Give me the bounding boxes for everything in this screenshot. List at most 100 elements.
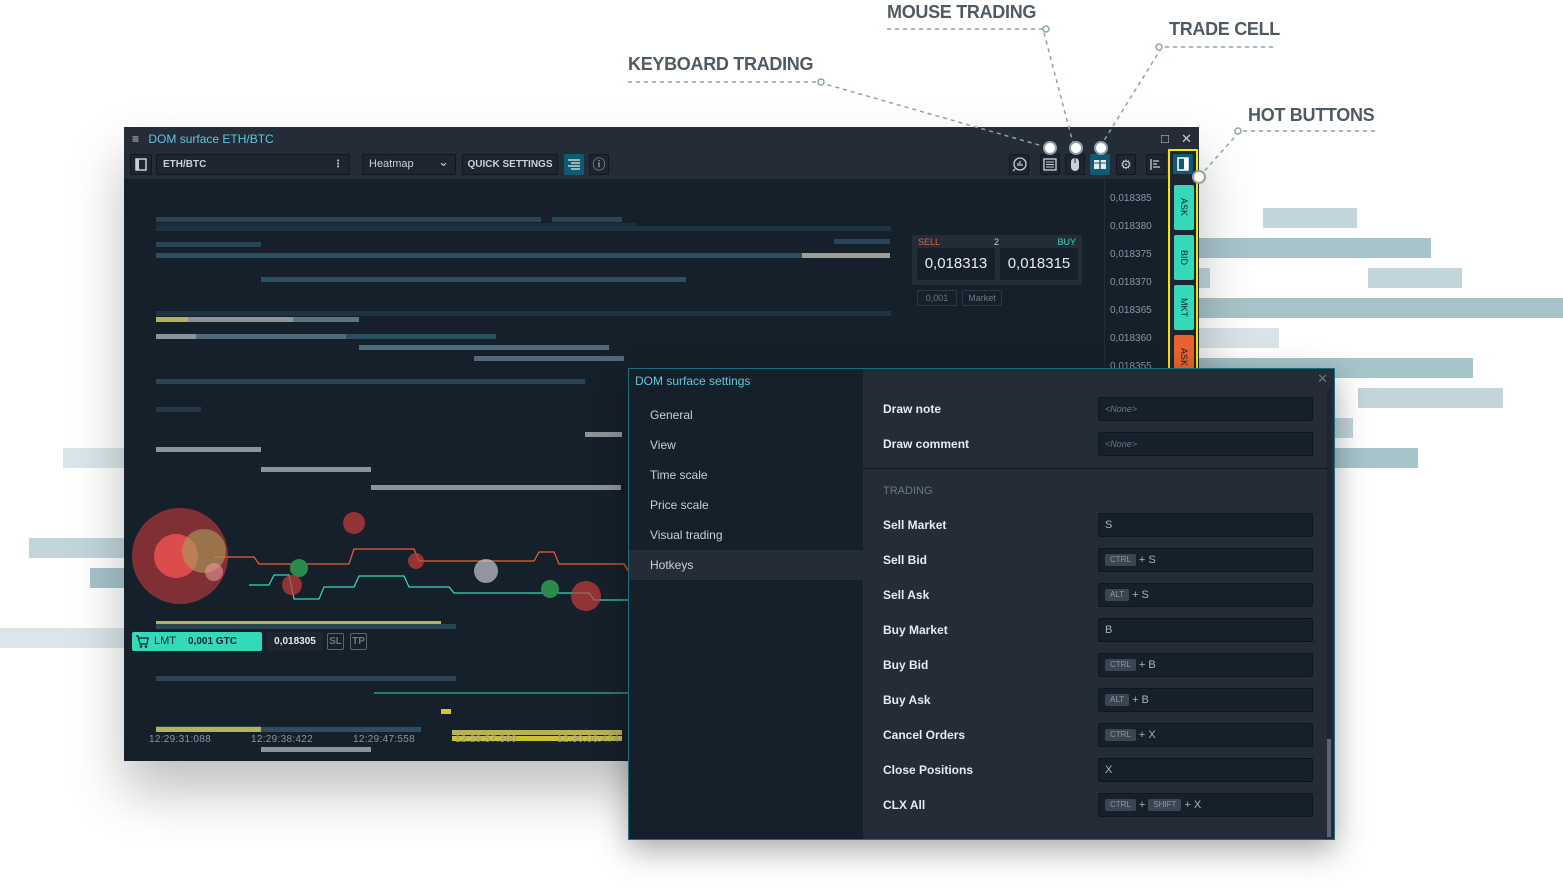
settings-dialog: DOM surface settings General View Time sca… [628,368,1335,840]
field-label: Cancel Orders [883,728,966,742]
heatmap-level [156,447,261,452]
menu-icon[interactable]: ≡ [132,132,139,146]
heatmap-level [346,334,496,339]
hotkey-input[interactable]: CTRL + S [1098,548,1313,572]
chart-search-icon [1012,157,1027,172]
heatmap-level [156,317,188,322]
decor-bar [1198,298,1563,318]
heatmap-level [371,485,621,490]
modifier-key: CTRL [1105,799,1136,812]
hotkey-input[interactable]: ALT + B [1098,688,1313,712]
hotkey-input[interactable]: X [1098,758,1313,782]
hotkey-input[interactable]: CTRL + B [1098,653,1313,677]
quantity-field[interactable]: 0,001 [917,290,957,306]
trade-bubble [343,512,365,534]
time-tick: 12:29:57:360 [455,734,517,745]
heatmap-level [156,311,891,316]
section-heading: TRADING [883,485,933,497]
heatmap-level [188,317,293,322]
settings-nav-hotkeys[interactable]: Hotkeys [629,550,863,580]
decor-bar [1358,388,1503,408]
heatmap-level [156,253,806,258]
callout-hot-buttons: HOT BUTTONS [1248,105,1375,125]
hot-buttons-panel: ASK BID MKT ASK [1168,149,1198,389]
settings-sidebar: DOM surface settings General View Time sca… [629,369,863,839]
mouse-trading-button[interactable] [1065,154,1085,175]
key-char: B [1148,659,1156,672]
keyboard-icon [1043,158,1057,171]
dom-levels-button[interactable] [1146,154,1166,175]
order-quantity: 0,001 GTC [188,636,237,647]
settings-nav-visual-trading[interactable]: Visual trading [629,520,863,550]
stop-loss-button[interactable]: SL [327,633,344,650]
divider [863,468,1328,469]
promo-stage: KEYBOARD TRADING MOUSE TRADING TRADE CEL… [0,0,1563,888]
key-char: S [1148,554,1156,567]
heatmap-level [261,727,421,732]
quick-settings-button[interactable]: QUICK SETTINGS [462,154,558,175]
field-label: Sell Bid [883,553,928,567]
levels-toggle-button[interactable] [564,154,584,175]
hotkey-row: Sell Market S [883,513,1313,538]
gear-icon: ⚙ [1120,157,1132,172]
draw-row: Draw comment <None> [883,432,1313,457]
hot-button-ask[interactable]: ASK [1174,185,1194,230]
decor-bar [1198,328,1279,348]
key-char: X [1193,799,1202,812]
symbol-selector[interactable]: ETH/BTC ⋮ [156,154,350,175]
hotkey-row: Cancel Orders CTRL + X [883,723,1313,748]
price-tick: 0,018385 [1110,193,1152,204]
decor-bar [29,538,124,558]
maximize-icon[interactable]: □ [1161,131,1169,147]
toolbar: ETH/BTC ⋮ Heatmap ⌄ QUICK SETTINGS ⓘ ⚙ [124,151,1199,179]
view-mode-select[interactable]: Heatmap ⌄ [362,154,456,175]
hot-button-bid[interactable]: BID [1174,235,1194,280]
hotkey-input[interactable]: S [1098,513,1313,537]
heatmap-level [261,467,371,472]
settings-button[interactable]: ⚙ [1116,154,1136,175]
time-tick: 12:30:06:474 [557,734,619,745]
panel-right-icon [1177,157,1189,171]
settings-nav-view[interactable]: View [629,430,863,460]
hotkey-input[interactable]: <None> [1098,432,1313,456]
heatmap-level [196,334,346,339]
key-char: X [1148,729,1156,742]
buy-price-button[interactable]: 0,018315 [1000,248,1078,280]
volume-analysis-button[interactable] [1009,154,1029,175]
sidebar-toggle-button[interactable] [130,154,152,175]
close-icon[interactable]: ✕ [1181,131,1192,147]
hotkey-input[interactable]: ALT + S [1098,583,1313,607]
compress-levels-icon [568,159,580,170]
callout-mouse-trading: MOUSE TRADING [887,2,1037,22]
view-mode-label: Heatmap [369,158,414,170]
cart-icon [135,632,149,657]
order-type-select[interactable]: Market [962,290,1002,306]
settings-nav-general[interactable]: General [629,400,863,430]
keyboard-trading-button[interactable] [1040,154,1060,175]
sell-price-button[interactable]: 0,018313 [917,248,995,280]
price-tick: 0,018380 [1110,221,1152,232]
hot-buttons-toggle[interactable] [1173,154,1193,174]
plus-sign: + [1138,729,1146,742]
hotkey-input[interactable]: CTRL + X [1098,723,1313,747]
settings-nav-price-scale[interactable]: Price scale [629,490,863,520]
order-price[interactable]: 0,018305 [267,632,323,651]
decor-bar [0,628,124,648]
plus-sign: + [1138,659,1146,672]
settings-nav-time-scale[interactable]: Time scale [629,460,863,490]
hotkey-input[interactable]: <None> [1098,397,1313,421]
heatmap-level [474,356,624,361]
heatmap-level [441,709,451,714]
trade-cell-button[interactable] [1090,154,1110,175]
close-icon[interactable]: ✕ [1317,371,1328,387]
hot-button-mkt[interactable]: MKT [1174,285,1194,330]
hotkey-input[interactable]: CTRL + SHIFT + X [1098,793,1313,817]
limit-order-tag[interactable]: LMT 0,001 GTC [132,632,262,651]
kebab-icon[interactable]: ⋮ [333,155,343,174]
take-profit-button[interactable]: TP [350,633,367,650]
hotkey-input[interactable]: B [1098,618,1313,642]
mouse-icon [1071,158,1079,171]
draw-row: Draw note <None> [883,397,1313,422]
scrollbar-thumb[interactable] [1327,739,1331,837]
info-button[interactable]: ⓘ [589,154,609,175]
